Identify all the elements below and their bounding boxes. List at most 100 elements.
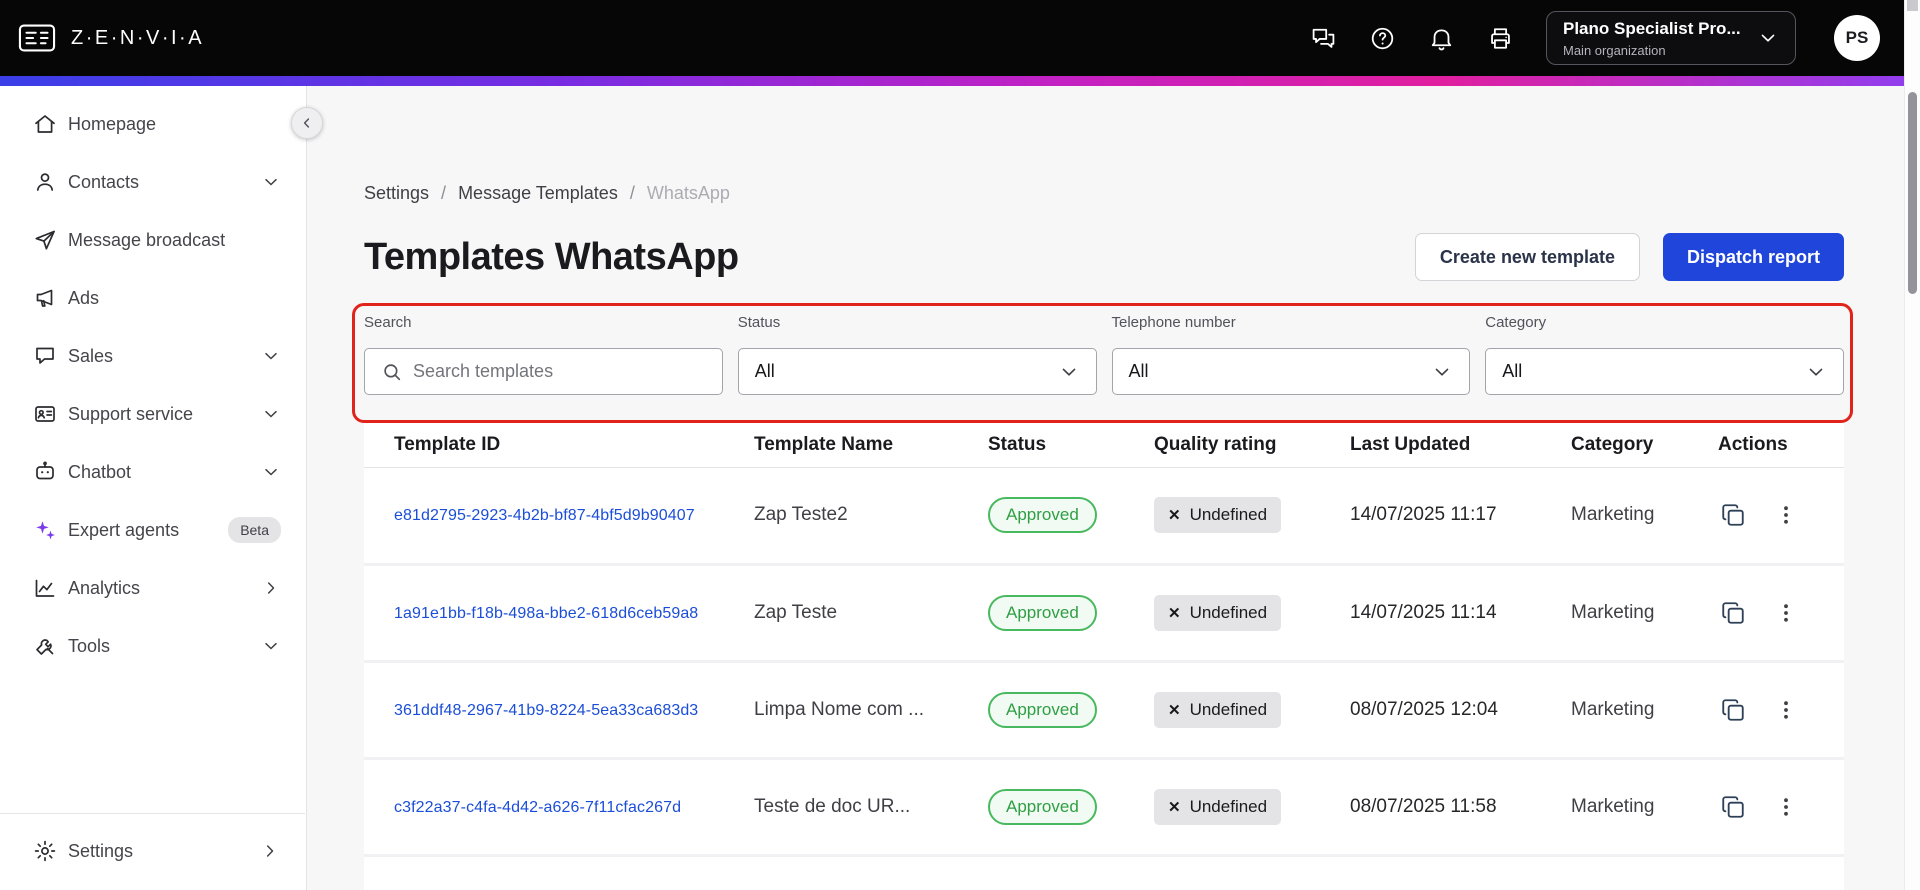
- sidebar-item-message-broadcast[interactable]: Message broadcast: [0, 211, 306, 269]
- sidebar-item-homepage[interactable]: Homepage: [0, 95, 306, 153]
- copy-template-button[interactable]: [1718, 695, 1748, 725]
- row-menu-button[interactable]: [1772, 501, 1800, 529]
- template-id-link[interactable]: 1a91e1bb-f18b-498a-bbe2-618d6ceb59a8: [394, 605, 698, 622]
- zenvia-logo[interactable]: Z·E·N·V·I·A: [16, 17, 204, 59]
- copy-icon: [1722, 601, 1744, 624]
- sidebar-item-label: Support service: [68, 403, 194, 424]
- cell-quality-rating: ✕ Undefined: [1124, 758, 1320, 857]
- sidebar-item-ads[interactable]: Ads: [0, 269, 306, 327]
- sidebar-item-support-service[interactable]: Support service: [0, 385, 306, 443]
- breadcrumb-whatsapp: WhatsApp: [646, 183, 730, 203]
- row-menu-button[interactable]: [1772, 696, 1800, 724]
- page-scrollbar[interactable]: [1904, 0, 1920, 890]
- cell-quality-rating: ✕ Undefined: [1124, 661, 1320, 760]
- chat-bubbles-icon: [1312, 28, 1335, 48]
- telephone-number-select[interactable]: All: [1111, 348, 1471, 395]
- conversations-button[interactable]: [1310, 25, 1337, 52]
- organization-selector[interactable]: Plano Specialist Pro... Main organizatio…: [1546, 11, 1796, 65]
- row-actions: [1718, 792, 1838, 822]
- sidebar-item-contacts[interactable]: Contacts: [0, 153, 306, 211]
- sidebar-item-analytics[interactable]: Analytics: [0, 559, 306, 617]
- sidebar-item-label: Chatbot: [68, 461, 132, 482]
- create-new-template-button[interactable]: Create new template: [1414, 233, 1640, 281]
- title-row: Templates WhatsApp Create new template D…: [364, 233, 1844, 281]
- category-select-value: All: [1502, 361, 1523, 381]
- bell-icon: [1431, 29, 1452, 50]
- main-content: Settings / Message Templates / WhatsApp …: [307, 86, 1920, 890]
- telephone-number-select-value: All: [1128, 361, 1149, 381]
- sidebar-item-settings[interactable]: Settings: [0, 822, 305, 880]
- row-menu-button[interactable]: [1772, 599, 1800, 627]
- header-template-id: Template ID: [364, 423, 724, 468]
- table-body: e81d2795-2923-4b2b-bf87-4bf5d9b90407 Zap…: [364, 467, 1844, 857]
- template-id-link[interactable]: 361ddf48-2967-41b9-8224-5ea33ca683d3: [394, 702, 698, 719]
- cell-template-id: 1a91e1bb-f18b-498a-bbe2-618d6ceb59a8: [364, 564, 724, 663]
- notifications-button[interactable]: [1428, 25, 1455, 52]
- category-label: Category: [1485, 314, 1547, 331]
- sidebar-item-sales[interactable]: Sales: [0, 327, 306, 385]
- topbar-actions: [1310, 25, 1514, 52]
- help-button[interactable]: [1369, 25, 1396, 52]
- sidebar-item-label: Sales: [68, 345, 114, 366]
- breadcrumb-settings[interactable]: Settings: [364, 183, 429, 204]
- chevron-down-icon: [265, 468, 277, 476]
- sidebar-item-label: Expert agents: [68, 519, 180, 540]
- cell-actions: [1688, 467, 1844, 566]
- sidebar-collapse-button[interactable]: [291, 107, 323, 139]
- category-select[interactable]: All: [1485, 348, 1844, 395]
- search-input[interactable]: [413, 361, 706, 382]
- row-menu-button[interactable]: [1772, 793, 1800, 821]
- kebab-menu-icon: [1784, 797, 1788, 816]
- copy-template-button[interactable]: [1718, 598, 1748, 628]
- sidebar-item-chatbot[interactable]: Chatbot: [0, 443, 306, 501]
- cell-template-name: Zap Teste: [724, 564, 958, 663]
- cell-status: Approved: [958, 661, 1124, 760]
- chevron-down-icon: [265, 352, 277, 360]
- sidebar-item-expert-agents[interactable]: Expert agents Beta: [0, 501, 306, 559]
- filter-telephone-number: Telephone number All: [1111, 314, 1471, 395]
- sidebar-settings-section: Settings: [0, 813, 305, 890]
- user-avatar[interactable]: PS: [1834, 15, 1880, 61]
- copy-template-button[interactable]: [1718, 500, 1748, 530]
- template-id-link[interactable]: e81d2795-2923-4b2b-bf87-4bf5d9b90407: [394, 507, 695, 524]
- x-icon: ✕: [1168, 507, 1181, 524]
- breadcrumb: Settings / Message Templates / WhatsApp: [364, 183, 1920, 204]
- telephone-number-label: Telephone number: [1111, 314, 1236, 331]
- table-row: c3f22a37-c4fa-4d42-a626-7f11cfac267d Tes…: [364, 758, 1844, 857]
- breadcrumb-separator: /: [629, 183, 635, 203]
- status-badge: Approved: [988, 788, 1097, 825]
- zenvia-logo-text: Z·E·N·V·I·A: [71, 26, 205, 49]
- cell-template-id: c3f22a37-c4fa-4d42-a626-7f11cfac267d: [364, 758, 724, 857]
- zenvia-logo-icon: [18, 24, 56, 52]
- filters-bar: Search Status All Telephone number All C…: [364, 314, 1844, 395]
- printer-icon: [1491, 27, 1510, 49]
- x-icon: ✕: [1168, 604, 1181, 622]
- gear-icon: [34, 840, 56, 862]
- header-actions: Actions: [1688, 423, 1844, 468]
- quality-badge: ✕ Undefined: [1154, 691, 1282, 728]
- cell-category: Marketing: [1541, 758, 1688, 857]
- dispatch-report-button[interactable]: Dispatch report: [1662, 233, 1844, 281]
- copy-template-button[interactable]: [1718, 792, 1748, 822]
- row-actions: [1718, 500, 1838, 530]
- cell-quality-rating: ✕ Undefined: [1124, 564, 1320, 663]
- chevron-down-icon: [1809, 368, 1823, 376]
- breadcrumb-message-templates[interactable]: Message Templates: [458, 183, 618, 204]
- kebab-menu-icon: [1784, 603, 1788, 622]
- chevron-right-icon: [266, 845, 274, 857]
- print-button[interactable]: [1487, 25, 1514, 52]
- cell-quality-rating: ✕ Undefined: [1124, 467, 1320, 566]
- sidebar-item-tools[interactable]: Tools: [0, 617, 306, 675]
- organization-name: Plano Specialist Pro...: [1563, 18, 1741, 38]
- template-id-link[interactable]: c3f22a37-c4fa-4d42-a626-7f11cfac267d: [394, 799, 681, 816]
- status-select-value: All: [754, 361, 775, 381]
- sidebar-item-label: Message broadcast: [68, 229, 226, 250]
- scrollbar-thumb[interactable]: [1908, 92, 1917, 294]
- chevron-down-icon: [1062, 368, 1075, 376]
- quality-badge: ✕ Undefined: [1154, 788, 1282, 825]
- status-select[interactable]: All: [737, 348, 1097, 395]
- copy-icon: [1722, 795, 1744, 818]
- cell-category: Marketing: [1541, 564, 1688, 663]
- scrollbar-corner: [1907, 0, 1918, 11]
- kebab-menu-icon: [1784, 700, 1788, 719]
